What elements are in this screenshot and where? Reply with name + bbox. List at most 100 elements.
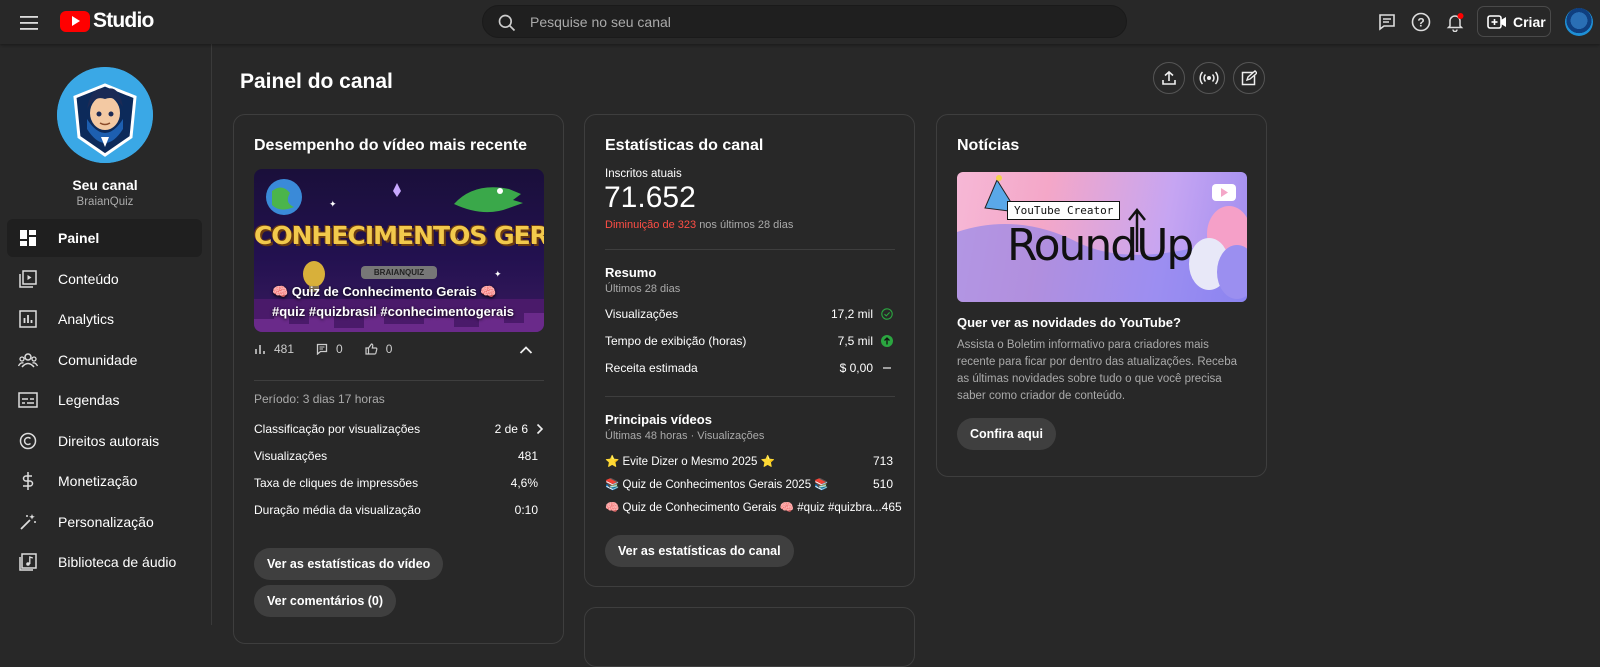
channel-avatar[interactable] <box>57 67 153 163</box>
summary-value: $ 0,00 <box>839 361 873 375</box>
menu-icon[interactable] <box>17 11 41 35</box>
sidebar-item-conteudo[interactable]: Conteúdo <box>7 260 202 298</box>
next-card <box>584 607 915 667</box>
top-video-row[interactable]: 📚 Quiz de Conhecimentos Gerais 2025 📚 51… <box>605 477 893 491</box>
video-title[interactable]: 🧠 Quiz de Conhecimento Gerais 🧠 #quiz #q… <box>272 282 532 322</box>
comments-button[interactable]: Ver comentários (0) <box>254 585 397 617</box>
sidebar-item-monetizacao[interactable]: Monetização <box>7 462 202 500</box>
create-post-button[interactable] <box>1233 62 1265 94</box>
metric-label: Taxa de cliques de impressões <box>254 476 419 490</box>
news-image[interactable]: YouTube Creator RoundUp <box>957 172 1247 302</box>
community-icon <box>18 350 38 370</box>
sidebar-item-comunidade[interactable]: Comunidade <box>7 341 202 379</box>
collapse-chevron-icon[interactable] <box>519 342 537 360</box>
bar-chart-icon <box>255 345 265 354</box>
monetization-icon <box>18 471 38 491</box>
divider <box>254 380 544 381</box>
divider <box>605 249 895 250</box>
create-button-label: Criar <box>1513 13 1546 30</box>
summary-value: 17,2 mil <box>830 307 873 321</box>
studio-logo[interactable]: Studio <box>60 9 154 33</box>
subtitles-icon <box>18 390 38 410</box>
metric-row[interactable]: Classificação por visualizações 2 de 6 <box>254 422 544 436</box>
subscribers-count: 71.652 <box>604 181 696 214</box>
channel-handle: BraianQuiz <box>76 196 134 208</box>
sidebar-item-direitos-autorais[interactable]: Direitos autorais <box>7 422 202 460</box>
top-video-row[interactable]: 🧠 Quiz de Conhecimento Gerais 🧠 #quiz #q… <box>605 500 902 514</box>
sidebar-item-label: Conteúdo <box>58 270 119 287</box>
sidebar-item-personalizacao[interactable]: Personalização <box>7 503 202 541</box>
sidebar-item-label: Analytics <box>58 311 115 327</box>
notifications-icon[interactable] <box>1443 10 1467 34</box>
top-video-views: 510 <box>872 477 893 491</box>
summary-row: Visualizações 17,2 mil <box>605 307 893 321</box>
sidebar-item-painel[interactable]: Painel <box>7 219 202 257</box>
dash-icon <box>883 367 891 369</box>
channel-name[interactable]: Seu canal <box>0 177 210 193</box>
like-icon <box>365 343 378 355</box>
comments-count: 0 <box>336 342 343 356</box>
sidebar: Seu canal BraianQuiz Painel Conteúdo Ana… <box>0 44 212 625</box>
news-image-tag: YouTube Creator <box>1007 201 1121 220</box>
top-videos-subtitle: Últimas 48 horas · Visualizações <box>605 430 765 442</box>
analytics-icon <box>18 309 38 329</box>
top-video-title: 🧠 Quiz de Conhecimento Gerais 🧠 #quiz #q… <box>605 502 882 514</box>
summary-label: Receita estimada <box>605 361 698 375</box>
channel-stats-button[interactable]: Ver as estatísticas do canal <box>605 535 794 567</box>
sidebar-item-label: Monetização <box>58 473 138 489</box>
latest-video-card: Desempenho do vídeo mais recente ✦ ✦ ✦ C… <box>233 114 564 644</box>
comments-stat: 0 <box>316 342 343 356</box>
create-post-icon <box>1241 70 1257 86</box>
views-stat: 481 <box>254 342 294 356</box>
arrow-up-circle-icon <box>881 335 893 347</box>
search-bar[interactable] <box>482 5 1127 38</box>
thumbnail-badge: BRAIANQUIZ <box>361 266 437 279</box>
summary-label: Tempo de exibição (horas) <box>605 334 747 348</box>
audio-library-icon <box>18 552 38 572</box>
top-video-views: 465 <box>881 500 902 514</box>
subscribers-change: Diminuição de 323 nos últimos 28 dias <box>605 219 793 231</box>
likes-count: 0 <box>385 342 393 356</box>
sidebar-item-label: Personalização <box>58 513 154 530</box>
sidebar-item-legendas[interactable]: Legendas <box>7 381 202 419</box>
search-input[interactable] <box>530 6 1090 37</box>
sidebar-item-analytics[interactable]: Analytics <box>7 300 202 338</box>
period-text: Período: 3 dias 17 horas <box>254 392 385 406</box>
top-videos-title: Principais vídeos <box>605 412 712 427</box>
help-icon[interactable]: ? <box>1409 10 1433 34</box>
metric-value: 4,6% <box>510 476 538 490</box>
video-stats-button[interactable]: Ver as estatísticas do vídeo <box>254 548 444 580</box>
sidebar-item-biblioteca-de-audio[interactable]: Biblioteca de áudio <box>7 543 202 581</box>
news-body: Assista o Boletim informativo para criad… <box>957 339 1237 402</box>
news-headline: Quer ver as novidades do YouTube? <box>957 315 1181 330</box>
sidebar-item-label: Painel <box>58 230 100 246</box>
top-video-row[interactable]: ⭐ Evite Dizer o Mesmo 2025 ⭐ 713 <box>605 454 893 468</box>
news-image-heading: RoundUp <box>1007 220 1194 271</box>
account-avatar[interactable] <box>1565 8 1593 36</box>
go-live-button[interactable] <box>1193 62 1225 94</box>
sidebar-item-label: Biblioteca de áudio <box>58 554 177 570</box>
copyright-icon <box>18 431 38 451</box>
svg-text:✦: ✦ <box>494 270 502 280</box>
subscribers-label: Inscritos atuais <box>605 168 682 180</box>
upload-button[interactable] <box>1153 62 1185 94</box>
content-icon <box>18 269 38 289</box>
video-stats-row: 481 0 0 <box>254 342 406 356</box>
metric-row: Duração média da visualização 0:10 <box>254 503 538 517</box>
news-card-title: Notícias <box>957 137 1020 154</box>
video-thumbnail[interactable]: ✦ ✦ ✦ CONHECIMENTOS GERAIS BRAIANQUIZ 🧠 … <box>254 169 544 332</box>
metric-label: Visualizações <box>254 449 328 463</box>
sidebar-item-label: Legendas <box>58 392 120 408</box>
page-title: Painel do canal <box>240 70 393 93</box>
summary-label: Visualizações <box>605 307 679 321</box>
create-button[interactable]: Criar <box>1477 6 1551 37</box>
thumbnail-heading: CONHECIMENTOS GERAIS <box>254 221 544 250</box>
summary-row: Tempo de exibição (horas) 7,5 mil <box>605 334 893 348</box>
svg-text:✦: ✦ <box>329 200 337 210</box>
metric-label: Classificação por visualizações <box>254 422 421 436</box>
captions-icon[interactable] <box>1375 10 1399 34</box>
news-button[interactable]: Confira aqui <box>957 418 1056 450</box>
comment-icon <box>316 343 328 355</box>
summary-value: 7,5 mil <box>837 334 873 348</box>
metric-row: Visualizações 481 <box>254 449 538 463</box>
